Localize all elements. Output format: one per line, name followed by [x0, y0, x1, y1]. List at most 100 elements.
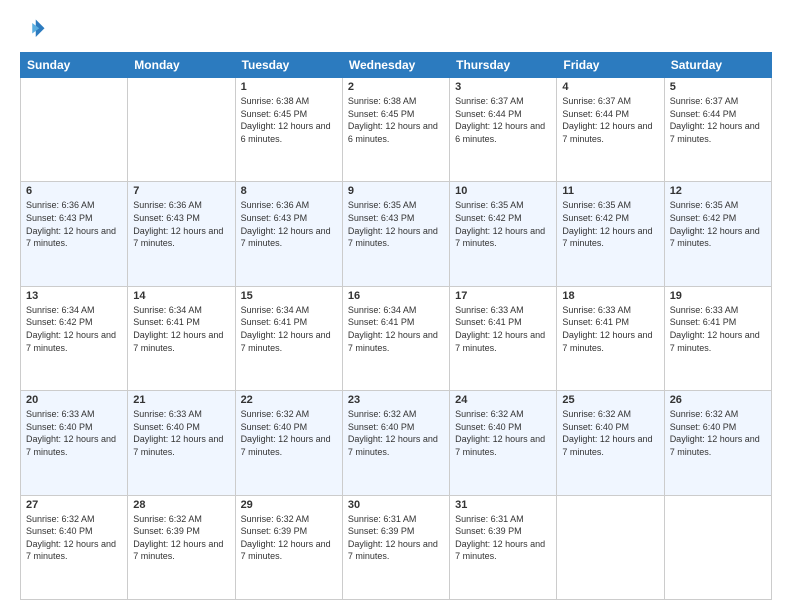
day-info: Sunrise: 6:32 AM Sunset: 6:40 PM Dayligh… [348, 408, 444, 458]
day-info: Sunrise: 6:36 AM Sunset: 6:43 PM Dayligh… [241, 199, 337, 249]
day-number: 14 [133, 290, 229, 302]
calendar-cell: 30 Sunrise: 6:31 AM Sunset: 6:39 PM Dayli… [342, 495, 449, 599]
day-info: Sunrise: 6:33 AM Sunset: 6:41 PM Dayligh… [562, 304, 658, 354]
week-row-2: 6 Sunrise: 6:36 AM Sunset: 6:43 PM Daylig… [21, 182, 772, 286]
weekday-header-row: SundayMondayTuesdayWednesdayThursdayFrid… [21, 53, 772, 78]
calendar-cell: 26 Sunrise: 6:32 AM Sunset: 6:40 PM Dayli… [664, 391, 771, 495]
day-info: Sunrise: 6:38 AM Sunset: 6:45 PM Dayligh… [348, 95, 444, 145]
day-info: Sunrise: 6:34 AM Sunset: 6:42 PM Dayligh… [26, 304, 122, 354]
calendar-cell: 25 Sunrise: 6:32 AM Sunset: 6:40 PM Dayli… [557, 391, 664, 495]
day-info: Sunrise: 6:32 AM Sunset: 6:40 PM Dayligh… [562, 408, 658, 458]
calendar-cell: 18 Sunrise: 6:33 AM Sunset: 6:41 PM Dayli… [557, 286, 664, 390]
day-info: Sunrise: 6:33 AM Sunset: 6:41 PM Dayligh… [670, 304, 766, 354]
day-info: Sunrise: 6:35 AM Sunset: 6:42 PM Dayligh… [455, 199, 551, 249]
logo-icon [20, 16, 48, 44]
calendar-cell: 28 Sunrise: 6:32 AM Sunset: 6:39 PM Dayli… [128, 495, 235, 599]
day-info: Sunrise: 6:32 AM Sunset: 6:40 PM Dayligh… [455, 408, 551, 458]
calendar-cell: 2 Sunrise: 6:38 AM Sunset: 6:45 PM Daylig… [342, 78, 449, 182]
day-info: Sunrise: 6:32 AM Sunset: 6:39 PM Dayligh… [133, 513, 229, 563]
calendar-cell: 11 Sunrise: 6:35 AM Sunset: 6:42 PM Dayli… [557, 182, 664, 286]
weekday-header-monday: Monday [128, 53, 235, 78]
day-info: Sunrise: 6:34 AM Sunset: 6:41 PM Dayligh… [133, 304, 229, 354]
day-number: 25 [562, 394, 658, 406]
day-number: 23 [348, 394, 444, 406]
day-number: 5 [670, 81, 766, 93]
day-number: 3 [455, 81, 551, 93]
day-info: Sunrise: 6:32 AM Sunset: 6:39 PM Dayligh… [241, 513, 337, 563]
calendar-cell: 29Sunrise: 6:32 AM Sunset: 6:39 PM Dayli… [235, 495, 342, 599]
day-number: 4 [562, 81, 658, 93]
day-number: 6 [26, 185, 122, 197]
calendar-cell: 13Sunrise: 6:34 AM Sunset: 6:42 PM Dayli… [21, 286, 128, 390]
week-row-4: 20Sunrise: 6:33 AM Sunset: 6:40 PM Dayli… [21, 391, 772, 495]
day-info: Sunrise: 6:31 AM Sunset: 6:39 PM Dayligh… [348, 513, 444, 563]
day-number: 1 [241, 81, 337, 93]
day-number: 19 [670, 290, 766, 302]
calendar-cell: 20Sunrise: 6:33 AM Sunset: 6:40 PM Dayli… [21, 391, 128, 495]
day-info: Sunrise: 6:36 AM Sunset: 6:43 PM Dayligh… [26, 199, 122, 249]
day-number: 17 [455, 290, 551, 302]
day-info: Sunrise: 6:32 AM Sunset: 6:40 PM Dayligh… [26, 513, 122, 563]
day-number: 21 [133, 394, 229, 406]
calendar-cell: 19 Sunrise: 6:33 AM Sunset: 6:41 PM Dayli… [664, 286, 771, 390]
day-number: 12 [670, 185, 766, 197]
day-number: 28 [133, 499, 229, 511]
day-number: 15 [241, 290, 337, 302]
weekday-header-saturday: Saturday [664, 53, 771, 78]
week-row-1: 1 Sunrise: 6:38 AM Sunset: 6:45 PM Daylig… [21, 78, 772, 182]
calendar-cell [21, 78, 128, 182]
day-info: Sunrise: 6:34 AM Sunset: 6:41 PM Dayligh… [241, 304, 337, 354]
calendar-cell: 21Sunrise: 6:33 AM Sunset: 6:40 PM Dayli… [128, 391, 235, 495]
calendar-cell: 10Sunrise: 6:35 AM Sunset: 6:42 PM Dayli… [450, 182, 557, 286]
day-number: 24 [455, 394, 551, 406]
day-info: Sunrise: 6:36 AM Sunset: 6:43 PM Dayligh… [133, 199, 229, 249]
calendar-cell [128, 78, 235, 182]
day-info: Sunrise: 6:38 AM Sunset: 6:45 PM Dayligh… [241, 95, 337, 145]
weekday-header-tuesday: Tuesday [235, 53, 342, 78]
calendar-cell [664, 495, 771, 599]
day-info: Sunrise: 6:32 AM Sunset: 6:40 PM Dayligh… [670, 408, 766, 458]
header [20, 16, 772, 44]
week-row-5: 27 Sunrise: 6:32 AM Sunset: 6:40 PM Dayli… [21, 495, 772, 599]
logo [20, 16, 52, 44]
calendar-cell: 12 Sunrise: 6:35 AM Sunset: 6:42 PM Dayli… [664, 182, 771, 286]
day-info: Sunrise: 6:37 AM Sunset: 6:44 PM Dayligh… [562, 95, 658, 145]
calendar-cell: 17 Sunrise: 6:33 AM Sunset: 6:41 PM Dayli… [450, 286, 557, 390]
page: SundayMondayTuesdayWednesdayThursdayFrid… [0, 0, 792, 612]
calendar-cell: 16 Sunrise: 6:34 AM Sunset: 6:41 PM Dayli… [342, 286, 449, 390]
day-number: 11 [562, 185, 658, 197]
calendar-cell: 5 Sunrise: 6:37 AM Sunset: 6:44 PM Daylig… [664, 78, 771, 182]
weekday-header-wednesday: Wednesday [342, 53, 449, 78]
day-number: 18 [562, 290, 658, 302]
calendar-cell: 6 Sunrise: 6:36 AM Sunset: 6:43 PM Daylig… [21, 182, 128, 286]
day-info: Sunrise: 6:34 AM Sunset: 6:41 PM Dayligh… [348, 304, 444, 354]
day-number: 7 [133, 185, 229, 197]
calendar-cell: 31Sunrise: 6:31 AM Sunset: 6:39 PM Dayli… [450, 495, 557, 599]
weekday-header-sunday: Sunday [21, 53, 128, 78]
day-info: Sunrise: 6:35 AM Sunset: 6:42 PM Dayligh… [562, 199, 658, 249]
day-info: Sunrise: 6:35 AM Sunset: 6:43 PM Dayligh… [348, 199, 444, 249]
day-number: 27 [26, 499, 122, 511]
day-number: 30 [348, 499, 444, 511]
weekday-header-thursday: Thursday [450, 53, 557, 78]
day-number: 26 [670, 394, 766, 406]
day-info: Sunrise: 6:32 AM Sunset: 6:40 PM Dayligh… [241, 408, 337, 458]
day-info: Sunrise: 6:31 AM Sunset: 6:39 PM Dayligh… [455, 513, 551, 563]
calendar-table: SundayMondayTuesdayWednesdayThursdayFrid… [20, 52, 772, 600]
calendar-cell: 27 Sunrise: 6:32 AM Sunset: 6:40 PM Dayli… [21, 495, 128, 599]
day-number: 2 [348, 81, 444, 93]
calendar-cell: 15 Sunrise: 6:34 AM Sunset: 6:41 PM Dayli… [235, 286, 342, 390]
calendar-cell [557, 495, 664, 599]
calendar-cell: 22Sunrise: 6:32 AM Sunset: 6:40 PM Dayli… [235, 391, 342, 495]
day-number: 9 [348, 185, 444, 197]
day-info: Sunrise: 6:35 AM Sunset: 6:42 PM Dayligh… [670, 199, 766, 249]
calendar-cell: 8Sunrise: 6:36 AM Sunset: 6:43 PM Daylig… [235, 182, 342, 286]
day-number: 16 [348, 290, 444, 302]
calendar-cell: 24 Sunrise: 6:32 AM Sunset: 6:40 PM Dayli… [450, 391, 557, 495]
day-number: 20 [26, 394, 122, 406]
day-info: Sunrise: 6:33 AM Sunset: 6:41 PM Dayligh… [455, 304, 551, 354]
day-info: Sunrise: 6:37 AM Sunset: 6:44 PM Dayligh… [670, 95, 766, 145]
calendar-cell: 9 Sunrise: 6:35 AM Sunset: 6:43 PM Daylig… [342, 182, 449, 286]
day-info: Sunrise: 6:37 AM Sunset: 6:44 PM Dayligh… [455, 95, 551, 145]
calendar-cell: 1 Sunrise: 6:38 AM Sunset: 6:45 PM Daylig… [235, 78, 342, 182]
